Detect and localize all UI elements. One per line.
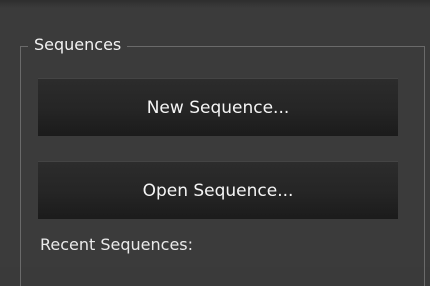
sequences-panel: Sequences New Sequence... Open Sequence.…: [0, 0, 430, 286]
recent-sequences-label: Recent Sequences:: [40, 235, 194, 254]
sequences-group-title: Sequences: [28, 34, 128, 56]
open-sequence-button[interactable]: Open Sequence...: [38, 161, 398, 219]
new-sequence-button[interactable]: New Sequence...: [38, 78, 398, 136]
top-edge-shadow: [0, 0, 430, 8]
